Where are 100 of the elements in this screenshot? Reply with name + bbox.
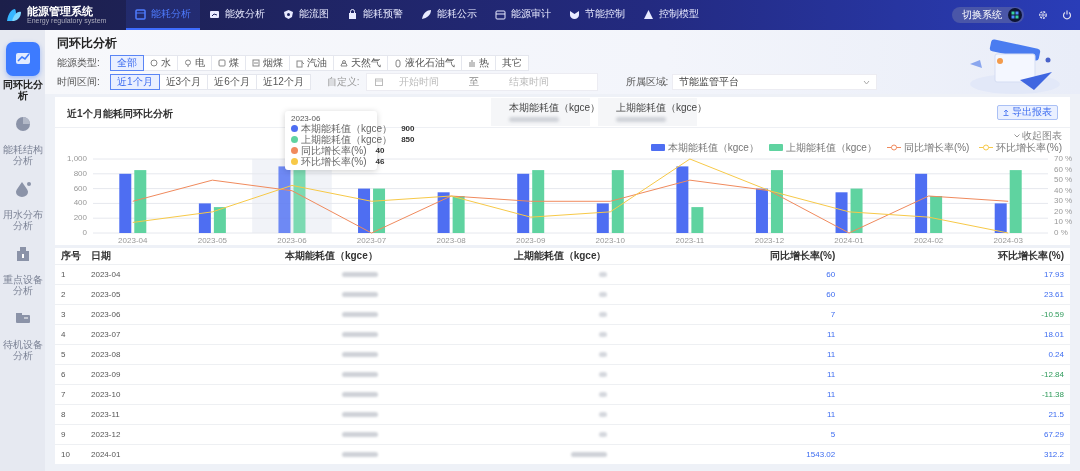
tooltip-value: 46 — [374, 156, 385, 167]
axis-tick-label: 2024-03 — [993, 236, 1023, 245]
filter-option[interactable]: 煤 — [211, 55, 246, 71]
blurred-value — [341, 352, 378, 357]
filter-option[interactable]: 近3个月 — [158, 74, 209, 90]
tooltip-label: 同比增长率(%) — [301, 145, 367, 156]
table-cell: 5 — [612, 424, 842, 445]
settings-icon[interactable] — [1038, 10, 1048, 20]
filter-option[interactable]: 其它 — [495, 55, 529, 71]
filter-option[interactable]: 近12个月 — [255, 74, 311, 90]
filter-option[interactable]: 近6个月 — [207, 74, 257, 90]
calendar-icon — [135, 8, 146, 20]
sidebar-item[interactable]: 同环比分析 — [0, 42, 45, 101]
table-cell: 21.5 — [841, 404, 1070, 425]
nav-tab[interactable]: 能耗公示 — [412, 0, 486, 30]
chart-title: 近1个月能耗同环比分析 — [67, 108, 173, 119]
chart-bar — [213, 207, 226, 233]
chart-board-icon — [209, 8, 220, 20]
filter-label: 自定义: — [326, 75, 360, 89]
chart-bar — [915, 173, 928, 233]
pin-icon — [184, 58, 192, 68]
tooltip-value: 900 — [400, 123, 415, 134]
table-cell: 9 — [55, 424, 85, 445]
export-button[interactable]: 导出报表 — [997, 104, 1058, 120]
blurred-value — [616, 117, 666, 122]
axis-tick-label: 2023-08 — [436, 236, 466, 245]
sidebar-item[interactable]: 用水分布分析 — [0, 172, 45, 231]
axis-tick-label: 0 % — [1054, 228, 1068, 237]
filter-option[interactable]: 天然气 — [333, 55, 388, 71]
axis-tick-label: 1,000 — [66, 154, 87, 163]
axis-tick-label: 2023-11 — [675, 236, 705, 245]
pie-chart-icon — [13, 115, 32, 133]
blurred-value — [341, 452, 378, 457]
column-header[interactable]: 日期 — [85, 248, 155, 265]
filter-option[interactable]: 电 — [177, 55, 212, 71]
filter-label: 所属区域: — [625, 75, 669, 89]
switch-system-button[interactable]: 切换系统 — [952, 7, 1024, 23]
sidebar-item[interactable]: 待机设备分析 — [0, 302, 45, 361]
axis-tick-label: 30 % — [1054, 196, 1073, 206]
blurred-value — [598, 432, 607, 437]
table-cell: 23.61 — [841, 284, 1070, 305]
nav-tab[interactable]: 能效分析 — [200, 0, 274, 30]
filter-option[interactable]: 烟煤 — [245, 55, 290, 71]
table-cell: 2023-10 — [85, 384, 155, 405]
blurred-value — [570, 452, 607, 457]
table-cell: 11 — [612, 344, 842, 365]
table-cell: -12.84 — [841, 364, 1070, 385]
folder-icon — [495, 8, 506, 20]
blurred-value — [598, 412, 607, 417]
date-range-field[interactable]: 开始时间 至 结束时间 — [365, 73, 598, 91]
axis-tick-label: 40 % — [1054, 185, 1073, 195]
tooltip-label: 上期能耗值（kgce） — [301, 134, 393, 145]
sidebar-item[interactable]: 能耗结构分析 — [0, 107, 45, 166]
axis-tick-label: 0 — [82, 228, 87, 237]
nav-tab[interactable]: 能流图 — [274, 0, 338, 30]
filter-option[interactable]: 汽油 — [289, 55, 334, 71]
nav-tab[interactable]: 节能控制 — [560, 0, 634, 30]
filter-option[interactable]: 热 — [461, 55, 496, 71]
axis-tick-label: 2023-04 — [118, 236, 148, 245]
logo-icon — [6, 8, 22, 22]
tooltip-label: 环比增长率(%) — [301, 156, 367, 167]
table-cell: 7 — [55, 384, 85, 405]
filter-label: 能源类型: — [57, 56, 101, 70]
filter-option[interactable]: 近1个月 — [110, 74, 160, 90]
table-cell: 11 — [612, 364, 842, 385]
axis-tick-label: 20 % — [1054, 206, 1073, 216]
chart-bar — [119, 173, 132, 233]
gas-tank-icon — [394, 58, 402, 68]
water-drop-icon — [13, 180, 32, 198]
blurred-value — [509, 117, 559, 122]
power-icon[interactable] — [1062, 10, 1072, 20]
heat-icon — [468, 58, 476, 68]
nav-tab[interactable]: 控制模型 — [634, 0, 708, 30]
collapse-toggle[interactable]: 收起图表 — [1014, 130, 1062, 141]
chart-bar — [596, 203, 609, 233]
filter-option[interactable]: 液化石油气 — [387, 55, 462, 71]
column-header[interactable]: 本期能耗值（kgce） — [155, 248, 384, 265]
column-header[interactable]: 环比增长率(%) — [841, 248, 1070, 265]
page-title: 同环比分析 — [57, 36, 118, 50]
table-cell: 2024-01 — [85, 444, 155, 464]
blurred-value — [341, 272, 378, 277]
blurred-value — [341, 432, 378, 437]
sidebar-item[interactable]: 重点设备分析 — [0, 237, 45, 296]
nav-tab[interactable]: 能耗分析 — [126, 0, 200, 30]
column-header[interactable]: 序号 — [55, 248, 85, 265]
nav-tab[interactable]: 能源审计 — [486, 0, 560, 30]
table-cell: 1 — [55, 264, 85, 285]
table-cell: 67.29 — [841, 424, 1070, 445]
filter-label: 时间区间: — [57, 75, 101, 89]
table-cell: 10 — [55, 444, 85, 464]
table-cell: 5 — [55, 344, 85, 365]
column-header[interactable]: 同比增长率(%) — [612, 248, 842, 265]
filter-option[interactable]: 全部 — [110, 55, 144, 71]
stat-label: 上期能耗值（kgce） — [616, 102, 708, 114]
column-header[interactable]: 上期能耗值（kgce） — [383, 248, 613, 265]
nav-tab[interactable]: 能耗预警 — [338, 0, 412, 30]
upload-icon — [1003, 108, 1009, 116]
blurred-value — [341, 312, 378, 317]
region-select[interactable]: 节能监管平台 — [672, 74, 878, 90]
blurred-value — [341, 372, 378, 377]
